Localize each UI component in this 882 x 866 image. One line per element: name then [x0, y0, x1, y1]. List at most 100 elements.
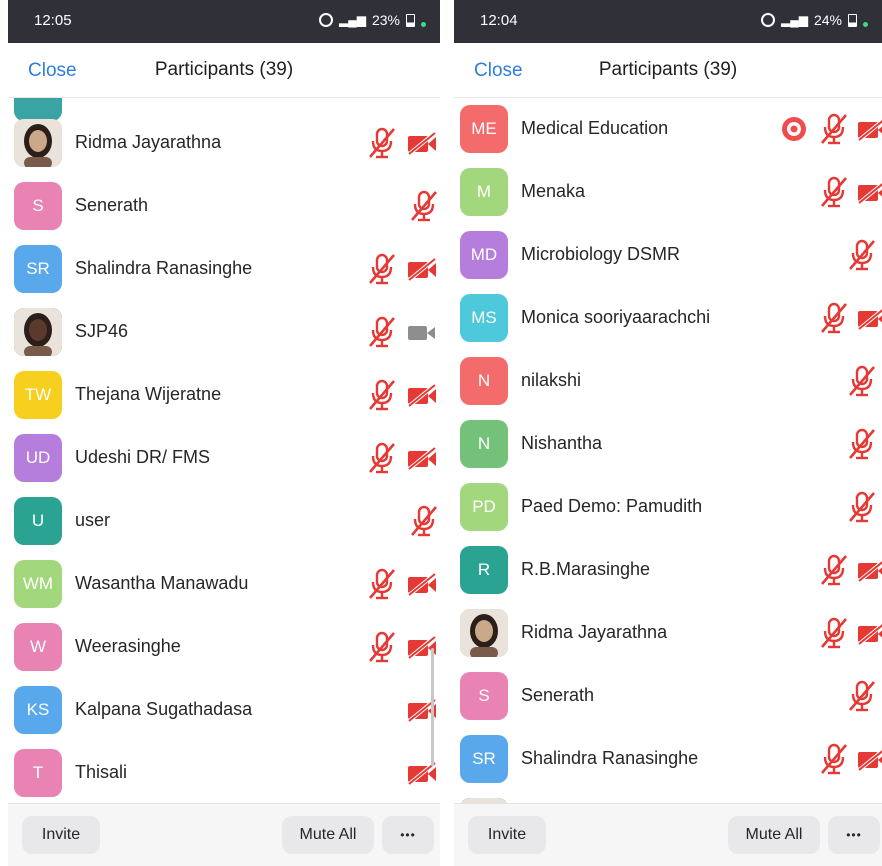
participant-row[interactable]: Ridma Jayarathna — [454, 602, 882, 665]
battery-level: 24% — [813, 12, 842, 28]
participants-screen-left: 12:05 ▂▄▆ 23% Close Participants (39) Ri… — [8, 0, 440, 866]
participant-list[interactable]: ME Medical Education M Menaka MD Microbiology… — [454, 98, 882, 804]
alarm-icon — [319, 13, 333, 27]
more-options-button[interactable]: ••• — [382, 816, 434, 854]
mic-muted-icon — [366, 630, 398, 664]
participant-avatar: W — [14, 623, 62, 671]
participant-name: Monica sooriyaarachchi — [521, 307, 711, 327]
avatar-initials: W — [29, 637, 47, 656]
participant-avatar: WM — [14, 560, 62, 608]
participant-status-icons — [772, 616, 882, 650]
avatar-initials: T — [32, 763, 44, 782]
mic-muted-icon — [818, 616, 850, 650]
participant-row[interactable]: PD Paed Demo: Pamudith — [454, 476, 882, 539]
participant-row[interactable]: MD Microbiology DSMR — [454, 224, 882, 287]
participant-row[interactable]: S Senerath — [8, 175, 440, 238]
participant-name: Ridma Jayarathna — [75, 132, 222, 152]
video-icon — [406, 315, 438, 349]
mic-muted-icon — [366, 126, 398, 160]
mic-muted-icon — [846, 490, 878, 524]
participant-row[interactable]: W Weerasinghe — [8, 616, 440, 679]
participant-avatar: ME — [460, 105, 508, 153]
header-bar: Close Participants (39) — [8, 43, 440, 98]
battery-icon — [406, 13, 415, 27]
participant-avatar: TW — [14, 371, 62, 419]
participant-status-icons — [772, 679, 882, 713]
participant-row[interactable]: TW Thejana Wijeratne — [8, 364, 440, 427]
participant-name: Udeshi DR/ FMS — [75, 447, 211, 467]
video-off-icon — [856, 175, 882, 209]
battery-level: 23% — [371, 12, 400, 28]
video-off-icon — [856, 301, 882, 335]
participant-list[interactable]: Ridma Jayarathna S Senerath SR Shalindra Ran… — [8, 98, 440, 804]
avatar-initials: TW — [24, 385, 52, 404]
participant-name: Medical Education — [521, 118, 669, 138]
avatar-initials: M — [476, 182, 492, 201]
participant-row[interactable]: T Thisali — [8, 742, 440, 804]
participant-row[interactable]: WM Wasantha Manawadu — [8, 553, 440, 616]
participant-row[interactable]: Uuser — [8, 490, 440, 553]
scrollbar[interactable] — [431, 648, 434, 766]
mic-muted-icon — [408, 189, 440, 223]
participant-row[interactable]: SR Shalindra Ranasinghe — [8, 238, 440, 301]
mic-muted-icon — [846, 427, 878, 461]
participant-avatar: PD — [460, 483, 508, 531]
video-off-icon — [406, 252, 438, 286]
participant-avatar: S — [460, 672, 508, 720]
status-indicators: ▂▄▆ 23% — [319, 12, 426, 28]
battery-icon — [848, 13, 857, 27]
participant-status-icons — [330, 315, 440, 349]
participant-name: Kalpana Sugathadasa — [75, 699, 253, 719]
mic-muted-icon — [846, 238, 878, 272]
mic-muted-icon — [366, 252, 398, 286]
mic-muted-icon — [846, 679, 878, 713]
participant-row[interactable]: Ridma Jayarathna — [8, 112, 440, 175]
participant-name: Weerasinghe — [75, 636, 181, 656]
participant-row[interactable]: M Menaka — [454, 161, 882, 224]
participant-row[interactable]: SJP46 — [8, 301, 440, 364]
mic-muted-icon — [818, 742, 850, 776]
invite-button[interactable]: Invite — [22, 816, 100, 854]
more-options-button[interactable]: ••• — [828, 816, 880, 854]
participant-row[interactable]: KS Kalpana Sugathadasa — [8, 679, 440, 742]
status-time: 12:04 — [480, 12, 518, 29]
participant-avatar: U — [14, 497, 62, 545]
participant-name: Menaka — [521, 181, 586, 201]
header-bar: Close Participants (39) — [454, 43, 882, 98]
participant-name: Paed Demo: Pamudith — [521, 496, 703, 516]
participant-status-icons — [772, 301, 882, 335]
avatar-initials: N — [477, 371, 491, 390]
participant-row[interactable]: Nnilakshi — [454, 350, 882, 413]
page-title: Participants (39) — [598, 59, 738, 80]
mic-muted-icon — [818, 301, 850, 335]
status-bar: 12:05 ▂▄▆ 23% — [8, 0, 440, 43]
participant-status-icons — [772, 427, 882, 461]
invite-button[interactable]: Invite — [468, 816, 546, 854]
participant-row[interactable]: ME Medical Education — [454, 98, 882, 161]
participant-row[interactable]: S Senerath — [454, 665, 882, 728]
participant-row[interactable]: N Nishantha — [454, 413, 882, 476]
avatar-initials: WM — [22, 574, 54, 593]
participant-avatar: T — [14, 749, 62, 797]
participant-name: SJP46 — [75, 321, 129, 341]
participant-name: Nishantha — [521, 433, 603, 453]
participant-status-icons — [330, 378, 440, 412]
video-off-icon — [406, 567, 438, 601]
mute-all-button[interactable]: Mute All — [282, 816, 374, 854]
status-bar: 12:04 ▂▄▆ 24% — [454, 0, 882, 43]
avatar-initials: MS — [471, 308, 497, 327]
participant-photo — [460, 609, 508, 657]
participant-row[interactable]: UD Udeshi DR/ FMS — [8, 427, 440, 490]
participant-row[interactable]: SR Shalindra Ranasinghe — [454, 728, 882, 791]
video-off-icon — [856, 616, 882, 650]
participant-name: R.B.Marasinghe — [521, 559, 651, 579]
participant-row[interactable]: R R.B.Marasinghe — [454, 539, 882, 602]
signal-icon: ▂▄▆ — [781, 13, 808, 27]
participant-avatar: N — [460, 357, 508, 405]
avatar-initials: SR — [472, 749, 496, 768]
participant-row[interactable]: MS Monica sooriyaarachchi — [454, 287, 882, 350]
participant-avatar: R — [460, 546, 508, 594]
mute-all-button[interactable]: Mute All — [728, 816, 820, 854]
participant-status-icons — [330, 189, 440, 223]
participant-status-icons — [772, 490, 882, 524]
